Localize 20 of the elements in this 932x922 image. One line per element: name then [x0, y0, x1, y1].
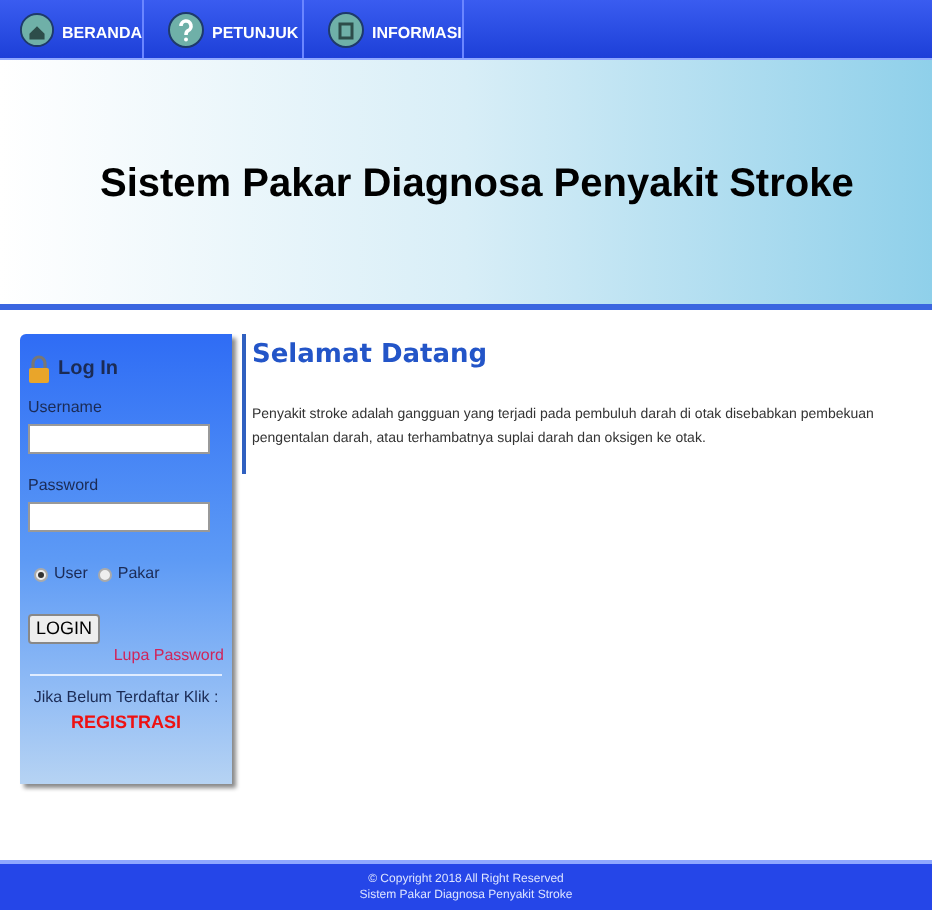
login-button[interactable]: LOGIN [28, 614, 101, 644]
nav-link[interactable]: PETUNJUK [144, 0, 304, 58]
username-label: Username [28, 396, 104, 420]
radio-button[interactable] [34, 567, 48, 581]
password-label: Password [28, 474, 101, 498]
nav-link[interactable]: BERANDA [0, 0, 144, 58]
padlock-icon [28, 354, 50, 384]
radio-label: User [54, 562, 88, 586]
radio-label: Pakar [117, 562, 160, 586]
password-field[interactable] [28, 502, 210, 532]
register-prompt: Jika Belum Terdaftar Klik : [31, 686, 221, 710]
nav-link[interactable]: INFORMASI [304, 0, 464, 58]
home-icon [20, 12, 54, 48]
site-title: Sistem Pakar Diagnosa Penyakit Stroke [100, 160, 854, 210]
help-icon [168, 12, 204, 48]
username-field[interactable] [28, 424, 210, 454]
radio-button[interactable] [97, 567, 112, 581]
document-icon [328, 12, 364, 48]
welcome-heading: Selamat Datang [252, 338, 490, 374]
login-title: Log In [58, 356, 118, 384]
